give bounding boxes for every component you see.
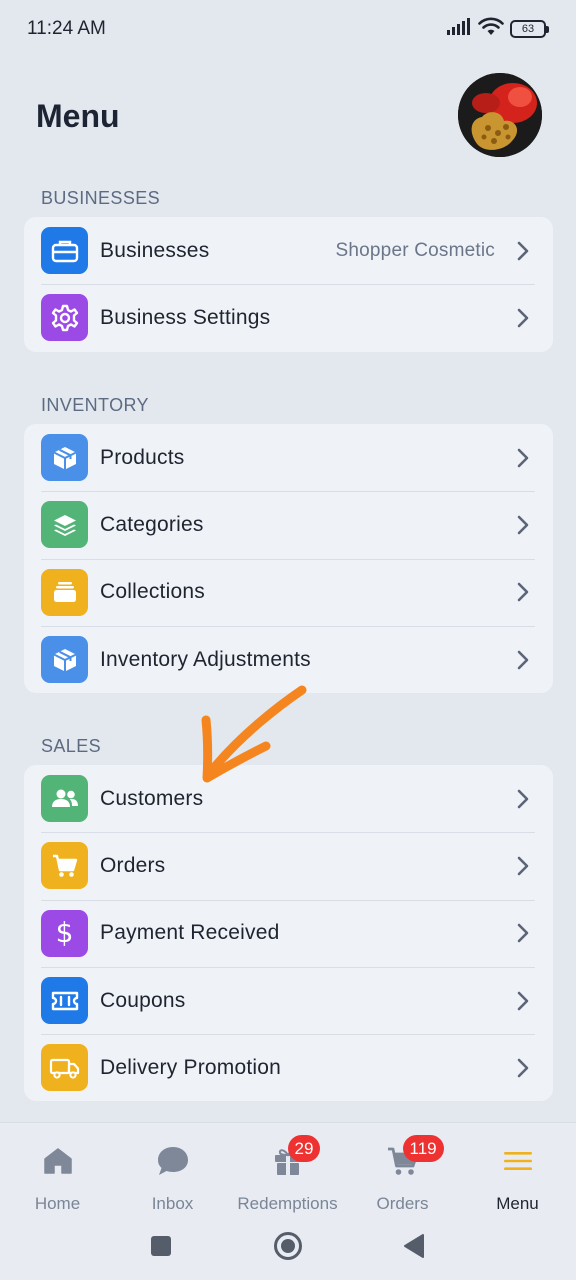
menu-item-collections[interactable]: Collections	[24, 558, 553, 626]
gear-icon	[41, 294, 88, 342]
avatar[interactable]	[458, 73, 542, 157]
menu-item-label: Products	[100, 445, 185, 469]
recents-button[interactable]	[146, 1231, 176, 1261]
chevron-right-icon	[513, 308, 533, 328]
box-icon	[41, 636, 88, 684]
chevron-right-icon	[513, 1058, 533, 1078]
menu-item-products[interactable]: Products	[24, 424, 553, 491]
menu-item-coupons[interactable]: Coupons	[24, 966, 553, 1034]
nav-label: Inbox	[151, 1194, 194, 1213]
nav-label: Home	[34, 1194, 81, 1213]
redemptions-badge: 29	[287, 1135, 321, 1162]
section-title-inventory: INVENTORY	[41, 395, 149, 415]
menu-icon	[498, 1141, 538, 1181]
sales-card: Customers Orders $ Payment Received Coup…	[24, 765, 553, 1102]
page-title: Menu	[36, 98, 120, 134]
chat-icon	[153, 1141, 193, 1181]
gift-icon: 29	[268, 1135, 321, 1181]
nav-label: Menu	[496, 1194, 539, 1213]
back-button[interactable]	[398, 1231, 428, 1261]
truck-icon	[41, 1044, 88, 1092]
chevron-right-icon	[513, 448, 533, 468]
menu-item-label: Orders	[100, 853, 166, 877]
chevron-right-icon	[513, 650, 533, 670]
menu-item-businesses[interactable]: Businesses Shopper Cosmetic	[24, 217, 553, 284]
chevron-right-icon	[513, 991, 533, 1011]
menu-item-label: Payment Received	[100, 921, 280, 945]
menu-item-orders[interactable]: Orders	[24, 832, 553, 899]
menu-item-delivery-promotion[interactable]: Delivery Promotion	[24, 1034, 553, 1101]
home-icon	[38, 1141, 78, 1181]
menu-item-label: Customers	[100, 786, 204, 810]
current-business-value: Shopper Cosmetic	[335, 239, 495, 261]
nav-label: Orders	[376, 1194, 429, 1213]
chevron-right-icon	[513, 789, 533, 809]
menu-item-business-settings[interactable]: Business Settings	[24, 284, 553, 351]
chevron-right-icon	[513, 582, 533, 602]
nav-inbox[interactable]: Inbox	[115, 1135, 230, 1215]
menu-item-label: Categories	[100, 512, 204, 536]
layers-icon	[41, 501, 88, 549]
signal-icon	[446, 17, 472, 41]
cart-icon	[41, 842, 88, 890]
menu-item-label: Business Settings	[100, 305, 271, 329]
ticket-icon	[41, 977, 88, 1025]
menu-item-customers[interactable]: Customers	[24, 765, 553, 832]
menu-item-label: Delivery Promotion	[100, 1055, 281, 1079]
nav-redemptions[interactable]: 29 Redemptions	[230, 1135, 345, 1215]
collection-icon	[41, 568, 88, 616]
box-icon	[41, 434, 88, 482]
status-bar: 11:24 AM 63	[0, 0, 576, 58]
nav-label: Redemptions	[237, 1194, 338, 1213]
menu-item-label: Coupons	[100, 988, 186, 1012]
menu-item-label: Businesses	[100, 238, 210, 262]
section-title-businesses: BUSINESSES	[41, 188, 161, 208]
cart-icon: 119	[383, 1135, 444, 1181]
system-navigation-bar	[0, 1231, 576, 1261]
dollar-icon: $	[41, 909, 88, 957]
briefcase-icon	[41, 227, 88, 275]
chevron-right-icon	[513, 241, 533, 261]
chevron-right-icon	[513, 923, 533, 943]
businesses-card: Businesses Shopper Cosmetic Business Set…	[24, 217, 553, 352]
battery-icon: 63	[510, 20, 549, 38]
menu-item-categories[interactable]: Categories	[24, 491, 553, 558]
home-button[interactable]	[273, 1231, 303, 1261]
status-icons: 63	[446, 17, 549, 42]
status-time: 11:24 AM	[27, 18, 106, 39]
nav-menu[interactable]: Menu	[460, 1135, 575, 1215]
nav-orders[interactable]: 119 Orders	[345, 1135, 460, 1215]
inventory-card: Products Categories Collections Inventor…	[24, 424, 553, 694]
orders-badge: 119	[402, 1135, 444, 1162]
nav-home[interactable]: Home	[0, 1135, 115, 1215]
section-title-sales: SALES	[41, 736, 102, 756]
menu-item-inventory-adjustments[interactable]: Inventory Adjustments	[24, 625, 553, 693]
menu-item-payment-received[interactable]: $ Payment Received	[24, 899, 553, 967]
bottom-navigation: Home Inbox 29 Redemptions 119 Orders Men…	[0, 1122, 576, 1280]
menu-item-label: Collections	[100, 580, 205, 604]
users-icon	[41, 775, 88, 823]
wifi-icon	[478, 17, 504, 42]
menu-item-label: Inventory Adjustments	[100, 647, 311, 671]
chevron-right-icon	[513, 856, 533, 876]
chevron-right-icon	[513, 515, 533, 535]
